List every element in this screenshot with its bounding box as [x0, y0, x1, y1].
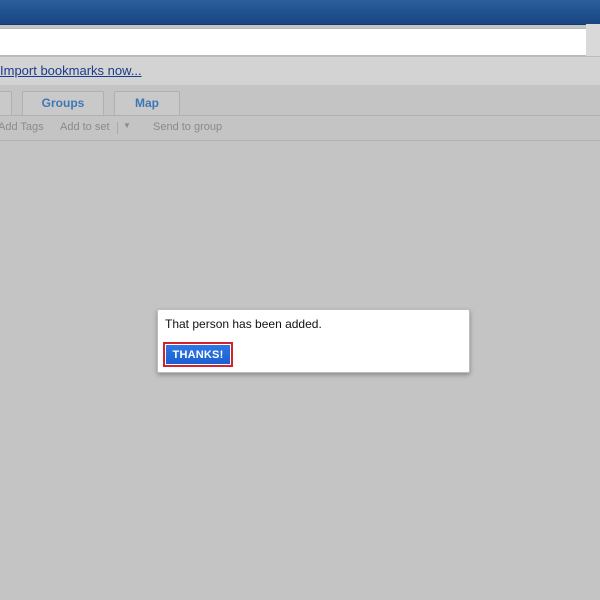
browser-titlebar	[0, 0, 600, 25]
import-bookmarks-link[interactable]: Import bookmarks now...	[0, 63, 142, 78]
tab-partial[interactable]	[0, 91, 12, 115]
add-to-set-button[interactable]: Add to set	[60, 121, 110, 133]
send-to-group-button[interactable]: Send to group	[153, 121, 222, 133]
dialog-message: That person has been added.	[165, 317, 322, 331]
tab-bar: Groups Map	[0, 85, 600, 116]
toolbar-divider	[117, 122, 118, 134]
thanks-button[interactable]: THANKS!	[166, 345, 230, 364]
add-tags-button[interactable]: Add Tags	[0, 121, 44, 133]
import-bookmarks-bar: Import bookmarks now...	[0, 56, 600, 86]
confirmation-dialog: That person has been added. THANKS!	[157, 309, 470, 373]
address-bar[interactable]	[0, 28, 587, 56]
scrollbar-track[interactable]	[586, 24, 600, 56]
tab-map[interactable]: Map	[114, 91, 180, 115]
highlight-outline: THANKS!	[163, 342, 233, 367]
chevron-down-icon[interactable]: ▼	[123, 121, 131, 130]
tab-groups[interactable]: Groups	[22, 91, 104, 115]
action-toolbar: Add Tags Add to set ▼ Send to group	[0, 116, 600, 141]
